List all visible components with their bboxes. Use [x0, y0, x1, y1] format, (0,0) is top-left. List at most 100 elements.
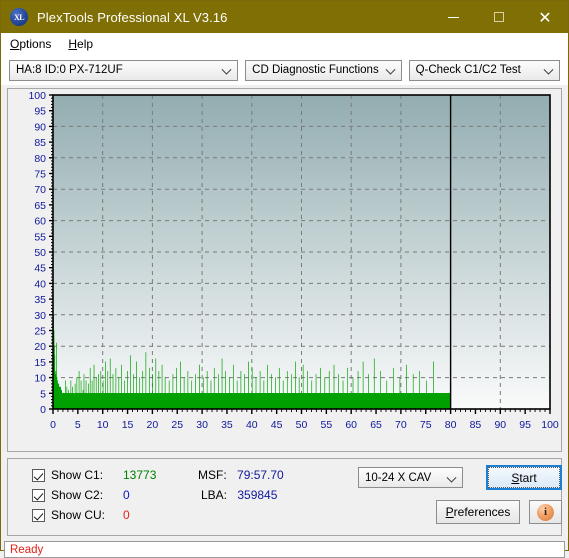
status-bar: Ready: [4, 541, 565, 558]
show-c2-checkbox[interactable]: [32, 488, 45, 502]
lba-label: LBA:: [201, 488, 228, 502]
preferences-button[interactable]: Preferences: [436, 500, 520, 524]
svg-text:15: 15: [122, 419, 134, 431]
svg-text:75: 75: [420, 419, 432, 431]
c2-value: 0: [123, 488, 130, 502]
title-bar: XL PlexTools Professional XL V3.16 ✕: [1, 1, 568, 33]
drive-select-value: HA:8 ID:0 PX-712UF: [16, 64, 123, 76]
minimize-icon[interactable]: [430, 1, 476, 33]
preferences-button-label: Preferences: [446, 505, 511, 519]
show-c2-label: Show C2:: [51, 488, 104, 502]
info-icon: i: [537, 503, 554, 521]
window-title: PlexTools Professional XL V3.16: [37, 9, 228, 25]
caption-buttons: ✕: [430, 1, 568, 33]
function-select[interactable]: CD Diagnostic Functions: [245, 59, 402, 81]
svg-text:0: 0: [40, 404, 46, 416]
show-c1-checkbox-row[interactable]: Show C1: 13773: [32, 468, 156, 482]
chevron-down-icon: [387, 65, 395, 73]
svg-text:45: 45: [34, 263, 46, 275]
close-icon[interactable]: ✕: [522, 1, 568, 33]
test-select[interactable]: Q-Check C1/C2 Test: [408, 59, 560, 81]
toolbar: HA:8 ID:0 PX-712UF CD Diagnostic Functio…: [1, 55, 568, 85]
svg-text:65: 65: [370, 419, 382, 431]
menu-bar: Options Help: [1, 33, 568, 55]
svg-text:100: 100: [28, 90, 46, 102]
start-button[interactable]: Start: [486, 465, 562, 490]
svg-text:50: 50: [34, 247, 46, 259]
function-select-value: CD Diagnostic Functions: [252, 64, 379, 76]
menu-item-options-label: ptions: [19, 37, 52, 51]
c1-value: 13773: [123, 468, 157, 482]
show-cu-label: Show CU:: [51, 508, 106, 522]
speed-select[interactable]: 10-24 X CAV: [358, 467, 463, 488]
svg-text:70: 70: [395, 419, 407, 431]
app-icon: XL: [10, 8, 28, 26]
svg-text:0: 0: [50, 419, 56, 431]
svg-text:55: 55: [321, 419, 333, 431]
svg-text:90: 90: [34, 121, 46, 133]
show-c2-checkbox-row[interactable]: Show C2: 0: [32, 488, 130, 502]
svg-text:60: 60: [345, 419, 357, 431]
maximize-icon[interactable]: [476, 1, 522, 33]
msf-value: 79:57.70: [237, 468, 284, 482]
menu-item-help[interactable]: Help: [66, 35, 102, 53]
drive-select[interactable]: HA:8 ID:0 PX-712UF: [9, 59, 239, 81]
svg-text:40: 40: [34, 278, 46, 290]
c1-c2-error-chart: 0510152025303540455055606570758085909510…: [28, 90, 559, 431]
svg-text:25: 25: [34, 326, 46, 338]
svg-text:10: 10: [34, 373, 46, 385]
svg-text:30: 30: [34, 310, 46, 322]
preferences-mnemonic: P: [445, 505, 454, 519]
svg-text:5: 5: [40, 388, 46, 400]
svg-text:45: 45: [271, 419, 283, 431]
speed-select-value: 10-24 X CAV: [365, 471, 432, 484]
chevron-down-icon: [545, 65, 553, 73]
svg-text:15: 15: [34, 357, 46, 369]
start-rest: tart: [519, 470, 537, 485]
svg-text:55: 55: [34, 231, 46, 243]
svg-text:70: 70: [34, 184, 46, 196]
lba-readout: LBA: 359845: [201, 488, 277, 502]
svg-text:5: 5: [75, 419, 81, 431]
application-window: XL PlexTools Professional XL V3.16 ✕ Opt…: [0, 0, 569, 558]
show-cu-checkbox[interactable]: [32, 508, 45, 522]
lba-value: 359845: [237, 488, 278, 502]
svg-text:20: 20: [147, 419, 159, 431]
msf-label: MSF:: [198, 468, 227, 482]
svg-text:85: 85: [34, 137, 46, 149]
svg-text:20: 20: [34, 341, 46, 353]
svg-text:75: 75: [34, 169, 46, 181]
show-c1-label: Show C1:: [51, 468, 104, 482]
start-button-label: Start: [488, 467, 560, 488]
cu-value: 0: [123, 508, 130, 522]
svg-text:50: 50: [296, 419, 308, 431]
show-cu-checkbox-row[interactable]: Show CU: 0: [32, 508, 130, 522]
chart-panel: 0 5 10 15 20 25 30 35 40 45 50 55 60 65 70 75 80 85 90 95 10…: [7, 88, 562, 452]
svg-text:30: 30: [196, 419, 208, 431]
svg-text:35: 35: [221, 419, 233, 431]
controls-panel: Show C1: 13773 Show C2: 0 Show CU: 0 MSF…: [7, 458, 562, 536]
chevron-down-icon: [223, 65, 231, 73]
start-mnemonic: S: [511, 470, 520, 485]
svg-text:85: 85: [470, 419, 482, 431]
svg-text:95: 95: [34, 106, 46, 118]
menu-item-options[interactable]: Options: [8, 35, 60, 53]
svg-text:80: 80: [445, 419, 457, 431]
menu-item-help-label: elp: [77, 37, 94, 51]
svg-text:35: 35: [34, 294, 46, 306]
svg-text:65: 65: [34, 200, 46, 212]
svg-text:80: 80: [34, 153, 46, 165]
svg-text:95: 95: [519, 419, 531, 431]
svg-text:60: 60: [34, 216, 46, 228]
test-select-value: Q-Check C1/C2 Test: [415, 64, 521, 76]
svg-text:100: 100: [541, 419, 559, 431]
info-button[interactable]: i: [529, 500, 562, 524]
show-c1-checkbox[interactable]: [32, 468, 45, 482]
chevron-down-icon: [448, 473, 456, 481]
msf-readout: MSF: 79:57.70: [198, 468, 284, 482]
preferences-rest: references: [453, 505, 511, 519]
status-text: Ready: [10, 543, 44, 556]
svg-text:90: 90: [494, 419, 506, 431]
svg-text:10: 10: [97, 419, 109, 431]
svg-text:40: 40: [246, 419, 258, 431]
